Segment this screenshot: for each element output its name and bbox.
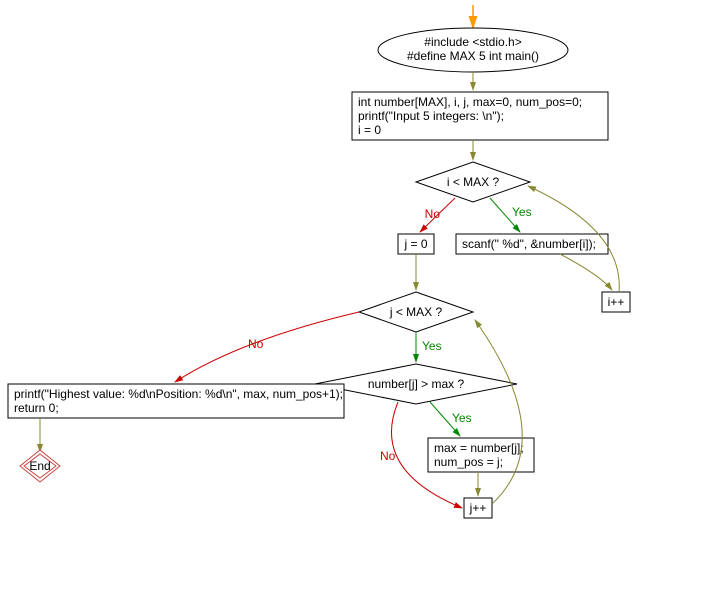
label-condi-no: No bbox=[425, 207, 441, 221]
start-text-2: #define MAX 5 int main() bbox=[407, 49, 539, 63]
start-text-1: #include <stdio.h> bbox=[424, 35, 521, 49]
edge-condj-printf bbox=[175, 312, 359, 382]
edge-jinc-condj bbox=[475, 320, 522, 504]
label-condnum-no: No bbox=[380, 449, 396, 463]
init-text-3: i = 0 bbox=[358, 123, 381, 137]
scanf-text: scanf(" %d", &number[i]); bbox=[462, 237, 596, 251]
cond-i-text: i < MAX ? bbox=[447, 175, 500, 189]
label-condj-yes: Yes bbox=[422, 339, 442, 353]
label-condj-no: No bbox=[248, 337, 264, 351]
init-text-2: printf("Input 5 integers: \n"); bbox=[358, 109, 504, 123]
j-init-text: j = 0 bbox=[403, 237, 427, 251]
cond-num-text: number[j] > max ? bbox=[368, 377, 465, 391]
label-condnum-yes: Yes bbox=[452, 411, 472, 425]
cond-j-text: j < MAX ? bbox=[389, 305, 443, 319]
printf-text-2: return 0; bbox=[14, 401, 59, 415]
end-text: End bbox=[29, 459, 50, 473]
assign-text-2: num_pos = j; bbox=[434, 455, 503, 469]
label-condi-yes: Yes bbox=[512, 205, 532, 219]
i-inc-text: i++ bbox=[608, 295, 625, 309]
flowchart-diagram: #include <stdio.h> #define MAX 5 int mai… bbox=[0, 0, 706, 590]
printf-text-1: printf("Highest value: %d\nPosition: %d\… bbox=[14, 387, 343, 401]
j-inc-text: j++ bbox=[469, 501, 487, 515]
assign-text-1: max = number[j]; bbox=[434, 441, 524, 455]
init-text-1: int number[MAX], i, j, max=0, num_pos=0; bbox=[358, 95, 582, 109]
edge-scanf-iinc bbox=[560, 254, 612, 290]
